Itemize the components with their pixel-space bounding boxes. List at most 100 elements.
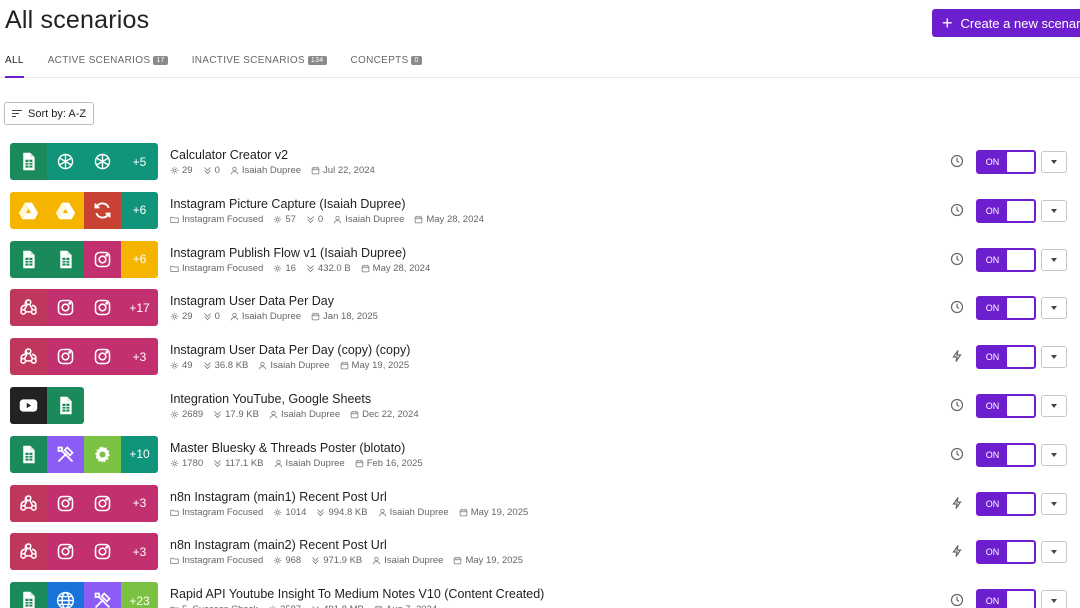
meta-ops-value: 968 (285, 555, 302, 567)
scenario-options-button[interactable] (1041, 541, 1067, 564)
scenario-options-button[interactable] (1041, 151, 1067, 173)
data-size-icon (203, 166, 215, 175)
calendar-icon (414, 215, 426, 224)
scenario-row[interactable]: +6 Instagram Publish Flow v1 (Isaiah Dupr… (0, 240, 1080, 289)
meta-folder[interactable]: Instagram Focused (170, 263, 263, 274)
scenario-options-button[interactable] (1041, 395, 1067, 417)
chevron-down-icon (1051, 160, 1057, 164)
scenario-app-icons[interactable]: +23 (10, 582, 158, 608)
google-drive-icon (47, 191, 84, 229)
scenario-app-icons[interactable]: +3 (10, 533, 158, 571)
meta-owner: Isaiah Dupree (269, 409, 340, 420)
scenario-toggle[interactable]: ON (976, 394, 1036, 418)
scenario-toggle[interactable]: ON (976, 198, 1036, 223)
sort-button[interactable]: Sort by: A-Z (4, 102, 95, 125)
meta-owner: Isaiah Dupree (230, 165, 301, 176)
schedule-clock-icon[interactable] (950, 203, 964, 217)
meta-size-value: 994.8 KB (328, 506, 368, 518)
scenario-toggle[interactable]: ON (976, 442, 1036, 467)
schedule-clock-icon[interactable] (950, 252, 964, 266)
scenario-toggle[interactable]: ON (976, 540, 1036, 565)
user-icon (274, 459, 286, 468)
meta-folder[interactable]: Instagram Focused (170, 555, 263, 566)
meta-size: 0 (203, 311, 220, 322)
meta-ops: 29 (170, 311, 193, 322)
scenario-options-button[interactable] (1041, 297, 1067, 320)
user-icon (230, 166, 242, 175)
scenario-row[interactable]: +5 Calculator Creator v2 29 0 Isaiah Dupree J… (0, 143, 1080, 191)
scenario-toggle[interactable]: ON (976, 296, 1036, 321)
scenario-name[interactable]: n8n Instagram (main1) Recent Post Url (170, 490, 387, 504)
scenario-app-icons[interactable]: +6 (10, 240, 158, 278)
user-icon (269, 410, 281, 419)
scenario-options-button[interactable] (1041, 492, 1067, 515)
scenario-name[interactable]: Integration YouTube, Google Sheets (170, 392, 371, 406)
scenario-name[interactable]: Instagram Picture Capture (Isaiah Dupree… (170, 197, 406, 211)
scenario-toggle[interactable]: ON (976, 589, 1036, 608)
scenario-options-button[interactable] (1041, 590, 1067, 608)
tab-all[interactable]: ALL (5, 55, 24, 78)
scenario-options-button[interactable] (1041, 248, 1067, 271)
operations-icon (273, 556, 285, 565)
calendar-icon (311, 166, 323, 175)
scenario-row[interactable]: +3 Instagram User Data Per Day (copy) (co… (0, 338, 1080, 386)
scenario-name[interactable]: Calculator Creator v2 (170, 148, 288, 162)
scenario-row[interactable]: Integration YouTube, Google Sheets 2689 17… (0, 387, 1080, 435)
meta-ops: 1780 (170, 458, 203, 469)
schedule-clock-icon[interactable] (950, 593, 964, 607)
scenario-row[interactable]: +10 Master Bluesky & Threads Poster (blot… (0, 435, 1080, 484)
scenario-name[interactable]: Master Bluesky & Threads Poster (blotato… (170, 441, 405, 455)
meta-size-value: 0 (214, 311, 220, 323)
scenario-options-button[interactable] (1041, 199, 1067, 222)
scenario-row[interactable]: +23 Rapid API Youtube Insight To Medium N… (0, 582, 1080, 608)
scenario-options-button[interactable] (1041, 346, 1067, 369)
meta-owner: Isaiah Dupree (274, 458, 345, 469)
schedule-clock-icon[interactable] (950, 447, 964, 461)
scenario-row[interactable]: +17 Instagram User Data Per Day 29 0 Isaiah … (0, 289, 1080, 337)
tab-active-scenarios[interactable]: ACTIVE SCENARIOS 17 (48, 55, 168, 78)
instant-trigger-icon[interactable] (950, 544, 964, 558)
create-scenario-button[interactable]: + Create a new scenario (932, 9, 1080, 37)
scenario-app-icons[interactable]: +3 (10, 484, 158, 522)
scenario-app-icons[interactable]: +3 (10, 338, 158, 376)
schedule-clock-icon[interactable] (950, 300, 964, 314)
scenario-row[interactable]: +3 n8n Instagram (main2) Recent Post Url I… (0, 533, 1080, 581)
scenario-name[interactable]: Instagram User Data Per Day (copy) (copy… (170, 343, 410, 357)
meta-date-value: Feb 16, 2025 (366, 457, 423, 469)
meta-folder[interactable]: Instagram Focused (170, 214, 263, 225)
scenario-app-icons[interactable] (10, 387, 84, 424)
scenario-name[interactable]: Rapid API Youtube Insight To Medium Note… (170, 587, 544, 601)
scenario-app-icons[interactable]: +6 (10, 191, 158, 229)
scenario-toggle[interactable]: ON (976, 150, 1036, 174)
instant-trigger-icon[interactable] (950, 349, 964, 363)
instagram-icon (84, 484, 121, 522)
meta-size-value: 117.1 KB (225, 457, 264, 469)
scenario-toggle[interactable]: ON (976, 247, 1036, 272)
tab-inactive-scenarios[interactable]: INACTIVE SCENARIOS 134 (192, 55, 327, 78)
scenario-app-icons[interactable]: +10 (10, 435, 158, 473)
meta-ops: 57 (273, 214, 296, 225)
scenario-options-button[interactable] (1041, 443, 1067, 466)
meta-date: May 28, 2024 (414, 214, 484, 225)
tab-concepts[interactable]: CONCEPTS 0 (351, 55, 422, 78)
meta-folder[interactable]: Instagram Focused (170, 507, 263, 518)
scenario-name[interactable]: Instagram Publish Flow v1 (Isaiah Dupree… (170, 246, 406, 260)
schedule-clock-icon[interactable] (950, 398, 964, 412)
scenario-app-icons[interactable]: +17 (10, 289, 158, 327)
scenario-row[interactable]: +3 n8n Instagram (main1) Recent Post Url I… (0, 484, 1080, 533)
instant-trigger-icon[interactable] (950, 496, 964, 510)
meta-size-value: 491.8 MB (323, 604, 364, 608)
scenario-app-icons[interactable]: +5 (10, 143, 158, 180)
scenario-name[interactable]: Instagram User Data Per Day (170, 294, 334, 308)
user-icon (378, 508, 390, 517)
meta-ops-value: 2689 (182, 409, 204, 420)
data-size-icon (213, 410, 225, 419)
toggle-label: ON (985, 498, 1000, 509)
tab-label: ACTIVE SCENARIOS (47, 55, 151, 66)
scenario-toggle[interactable]: ON (976, 491, 1036, 516)
schedule-clock-icon[interactable] (950, 154, 964, 168)
scenario-toggle[interactable]: ON (976, 345, 1036, 370)
scenario-row[interactable]: +6 Instagram Picture Capture (Isaiah Dupr… (0, 191, 1080, 240)
meta-folder[interactable]: 5. Success Check (170, 604, 258, 608)
scenario-name[interactable]: n8n Instagram (main2) Recent Post Url (170, 538, 387, 552)
